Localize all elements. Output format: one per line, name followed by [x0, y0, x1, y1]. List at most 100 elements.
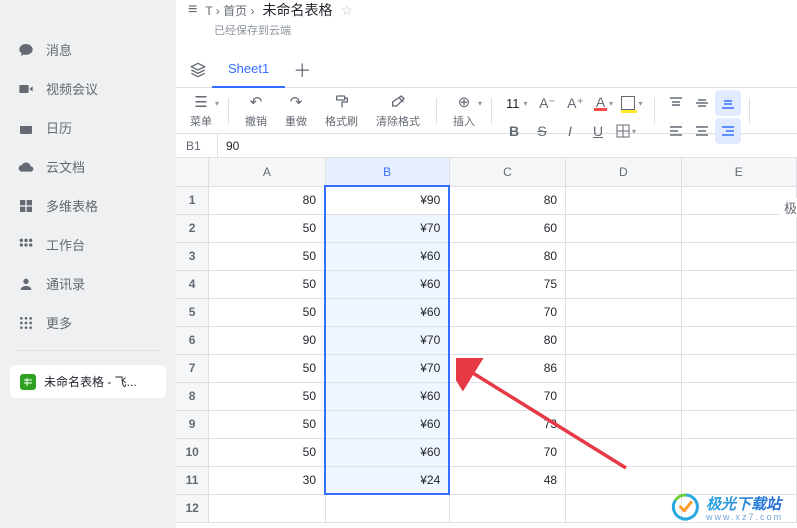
nav-item-workspace[interactable]: 工作台: [0, 225, 176, 264]
cell-D11[interactable]: [566, 466, 681, 494]
cell-E3[interactable]: [681, 242, 796, 270]
cell-A10[interactable]: 50: [209, 438, 325, 466]
menu-button[interactable]: ☰ 菜单 ▾: [182, 91, 220, 131]
cell-A6[interactable]: 90: [209, 326, 325, 354]
cell-A3[interactable]: 50: [209, 242, 325, 270]
row-header[interactable]: 2: [176, 214, 209, 242]
cell-D3[interactable]: [566, 242, 681, 270]
spreadsheet-grid[interactable]: ABCDE 180¥9080250¥7060350¥6080450¥607555…: [176, 158, 797, 528]
cell-C9[interactable]: 73: [449, 410, 565, 438]
font-size-selector[interactable]: 11 ▾: [500, 96, 534, 111]
cell-A12[interactable]: [209, 494, 325, 522]
cell-C10[interactable]: 70: [449, 438, 565, 466]
cell-B11[interactable]: ¥24: [325, 466, 449, 494]
cell-C2[interactable]: 60: [449, 214, 565, 242]
cell-E7[interactable]: [681, 354, 796, 382]
row-header[interactable]: 8: [176, 382, 209, 410]
column-header-D[interactable]: D: [566, 158, 681, 186]
cell-D12[interactable]: [566, 494, 681, 522]
open-document-tab[interactable]: 未命名表格 - 飞...: [10, 365, 166, 398]
cell-B10[interactable]: ¥60: [325, 438, 449, 466]
cell-E5[interactable]: [681, 298, 796, 326]
nav-item-chat[interactable]: 消息: [0, 30, 176, 69]
valign-top-button[interactable]: [663, 90, 689, 116]
column-header-A[interactable]: A: [209, 158, 325, 186]
cell-A4[interactable]: 50: [209, 270, 325, 298]
row-header[interactable]: 3: [176, 242, 209, 270]
format-painter-button[interactable]: 格式刷: [317, 91, 366, 131]
row-header[interactable]: 5: [176, 298, 209, 326]
row-header[interactable]: 6: [176, 326, 209, 354]
cell-D9[interactable]: [566, 410, 681, 438]
sheet-tab-active[interactable]: Sheet1: [212, 52, 285, 88]
cell-A2[interactable]: 50: [209, 214, 325, 242]
cell-C8[interactable]: 70: [449, 382, 565, 410]
cell-C1[interactable]: 80: [449, 186, 565, 214]
row-header[interactable]: 10: [176, 438, 209, 466]
valign-bottom-button[interactable]: [715, 90, 741, 116]
cell-C12[interactable]: [449, 494, 565, 522]
cell-E11[interactable]: [681, 466, 796, 494]
font-color-button[interactable]: A▾: [590, 90, 618, 116]
cell-C5[interactable]: 70: [449, 298, 565, 326]
nav-item-more[interactable]: 更多: [0, 303, 176, 342]
nav-item-clouddoc[interactable]: 云文档: [0, 147, 176, 186]
select-all-corner[interactable]: [176, 158, 209, 186]
row-header[interactable]: 11: [176, 466, 209, 494]
valign-mid-button[interactable]: [689, 90, 715, 116]
cell-D6[interactable]: [566, 326, 681, 354]
insert-button[interactable]: ⊕ 插入 ▾: [445, 91, 483, 131]
cell-A9[interactable]: 50: [209, 410, 325, 438]
document-title[interactable]: 未命名表格: [262, 0, 332, 20]
nav-item-multitable[interactable]: 多维表格: [0, 186, 176, 225]
column-header-B[interactable]: B: [325, 158, 449, 186]
cell-D8[interactable]: [566, 382, 681, 410]
cell-A5[interactable]: 50: [209, 298, 325, 326]
cell-B12[interactable]: [325, 494, 449, 522]
cell-E10[interactable]: [681, 438, 796, 466]
cell-B3[interactable]: ¥60: [325, 242, 449, 270]
cell-value-display[interactable]: 90: [218, 139, 239, 153]
undo-button[interactable]: ↶ 撤销: [237, 91, 275, 131]
cell-B2[interactable]: ¥70: [325, 214, 449, 242]
cell-C3[interactable]: 80: [449, 242, 565, 270]
layers-icon[interactable]: [184, 62, 212, 78]
cell-C4[interactable]: 75: [449, 270, 565, 298]
cell-D7[interactable]: [566, 354, 681, 382]
cell-B9[interactable]: ¥60: [325, 410, 449, 438]
fill-color-button[interactable]: ▾: [618, 90, 646, 116]
star-icon[interactable]: ☆: [340, 2, 353, 19]
cell-E2[interactable]: [681, 214, 796, 242]
cell-B7[interactable]: ¥70: [325, 354, 449, 382]
cell-B5[interactable]: ¥60: [325, 298, 449, 326]
cell-E8[interactable]: [681, 382, 796, 410]
cell-A7[interactable]: 50: [209, 354, 325, 382]
hamburger-icon[interactable]: ≡: [188, 1, 197, 19]
cell-E9[interactable]: [681, 410, 796, 438]
column-header-E[interactable]: E: [681, 158, 796, 186]
font-size-decrease[interactable]: A⁻: [534, 90, 562, 116]
column-header-C[interactable]: C: [449, 158, 565, 186]
cell-B1[interactable]: ¥90: [325, 186, 449, 214]
cell-D1[interactable]: [566, 186, 681, 214]
nav-item-calendar[interactable]: 日历: [0, 108, 176, 147]
row-header[interactable]: 4: [176, 270, 209, 298]
cell-D5[interactable]: [566, 298, 681, 326]
cell-reference[interactable]: B1: [176, 134, 218, 157]
cell-B4[interactable]: ¥60: [325, 270, 449, 298]
clear-format-button[interactable]: 清除格式: [368, 91, 428, 131]
cell-C11[interactable]: 48: [449, 466, 565, 494]
cell-B6[interactable]: ¥70: [325, 326, 449, 354]
redo-button[interactable]: ↷ 重做: [277, 91, 315, 131]
nav-item-contacts[interactable]: 通讯录: [0, 264, 176, 303]
nav-item-video[interactable]: 视频会议: [0, 69, 176, 108]
cell-C7[interactable]: 86: [449, 354, 565, 382]
cell-D4[interactable]: [566, 270, 681, 298]
cell-E4[interactable]: [681, 270, 796, 298]
cell-A11[interactable]: 30: [209, 466, 325, 494]
row-header[interactable]: 9: [176, 410, 209, 438]
row-header[interactable]: 1: [176, 186, 209, 214]
add-sheet-button[interactable]: ＋: [285, 57, 319, 83]
cell-B8[interactable]: ¥60: [325, 382, 449, 410]
cell-C6[interactable]: 80: [449, 326, 565, 354]
